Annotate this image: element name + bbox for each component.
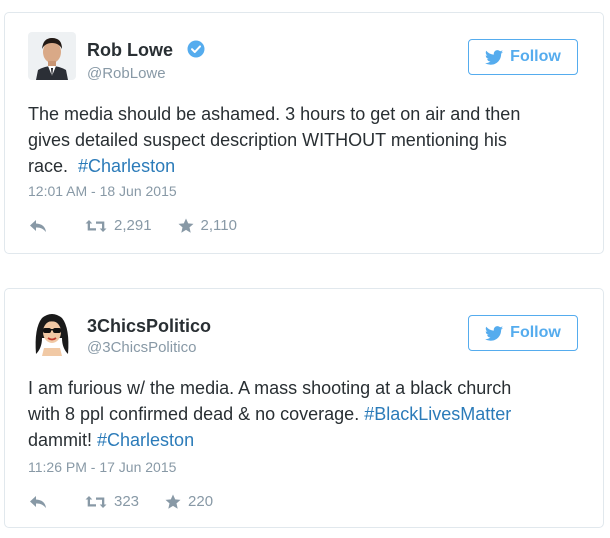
retweet-count: 323 — [114, 493, 140, 510]
twitter-bird-icon — [485, 325, 504, 341]
tweet-actions: 2,291 2,110 — [29, 217, 237, 234]
hashtag-link[interactable]: #Charleston — [78, 156, 175, 176]
reply-icon — [30, 495, 46, 508]
avatar[interactable] — [28, 32, 76, 80]
tweet-text-fragment: race. — [28, 156, 79, 176]
follow-label: Follow — [510, 324, 561, 341]
avatar[interactable] — [28, 308, 76, 356]
reply-button[interactable] — [29, 495, 47, 509]
hashtag-link[interactable]: #BlackLivesMatter — [364, 404, 511, 424]
tweet-text-line: The media should be ashamed. 3 hours to … — [28, 104, 521, 124]
user-handle[interactable]: @3ChicsPolitico — [87, 339, 196, 356]
follow-button[interactable]: Follow — [468, 39, 578, 75]
tweet-text-fragment: dammit! — [28, 430, 98, 450]
tweet-text-line: gives detailed suspect description WITHO… — [28, 130, 507, 150]
retweet-icon — [85, 495, 107, 508]
hashtag-link[interactable]: #Charleston — [97, 430, 194, 450]
reply-button[interactable] — [29, 219, 47, 233]
tweet-text: I am furious w/ the media. A mass shooti… — [28, 375, 588, 453]
retweet-icon — [85, 219, 107, 232]
retweet-button[interactable]: 323 — [85, 493, 139, 510]
tweet-text-line: with 8 ppl confirmed dead & no coverage.… — [28, 401, 588, 427]
reply-icon — [30, 219, 46, 232]
tweet-text-fragment: with 8 ppl confirmed dead & no coverage. — [28, 404, 365, 424]
tweet-card: Rob Lowe @RobLowe Follow The media shoul… — [4, 12, 604, 254]
twitter-bird-icon — [485, 49, 504, 65]
tweet-text-line: I am furious w/ the media. A mass shooti… — [28, 378, 512, 398]
tweet-actions: 323 220 — [29, 493, 213, 510]
timestamp[interactable]: 12:01 AM - 18 Jun 2015 — [28, 183, 177, 199]
retweet-count: 2,291 — [114, 217, 152, 234]
user-handle[interactable]: @RobLowe — [87, 65, 166, 82]
favorite-count: 220 — [188, 493, 214, 510]
display-name[interactable]: Rob Lowe — [87, 40, 173, 61]
verified-badge-icon — [187, 40, 205, 58]
favorite-icon — [165, 494, 181, 509]
retweet-button[interactable]: 2,291 — [85, 217, 152, 234]
follow-button[interactable]: Follow — [468, 315, 578, 351]
favorite-icon — [178, 218, 194, 233]
tweet-text-line: dammit! #Charleston — [28, 427, 588, 453]
display-name[interactable]: 3ChicsPolitico — [87, 316, 211, 337]
favorite-button[interactable]: 220 — [165, 493, 213, 510]
tweet-text-line: race. #Charleston — [28, 153, 588, 179]
tweet-card: 3ChicsPolitico @3ChicsPolitico Follow I … — [4, 288, 604, 528]
tweet-text: The media should be ashamed. 3 hours to … — [28, 101, 588, 179]
favorite-count: 2,110 — [200, 217, 237, 234]
timestamp[interactable]: 11:26 PM - 17 Jun 2015 — [28, 459, 176, 475]
favorite-button[interactable]: 2,110 — [178, 217, 237, 234]
follow-label: Follow — [510, 48, 561, 65]
